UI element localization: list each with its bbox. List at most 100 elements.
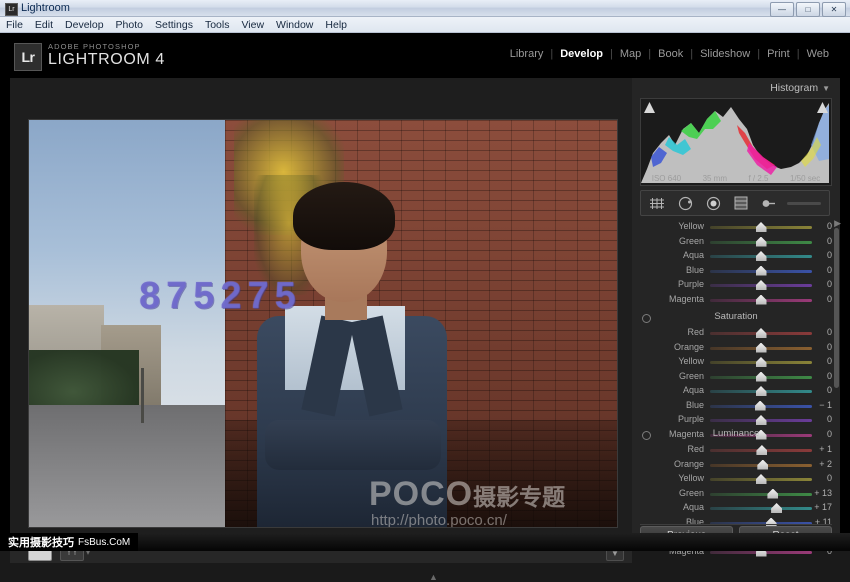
metadata-aperture: f / 2.5 xyxy=(748,174,768,183)
maximize-button[interactable]: □ xyxy=(796,2,820,17)
module-develop[interactable]: Develop xyxy=(553,48,610,60)
slider-value: 0 xyxy=(806,250,832,260)
photo-preview[interactable]: 875275 POCO摄影专题 http://photo.poco.cn/ xyxy=(28,119,618,528)
slider-handle[interactable] xyxy=(756,328,767,338)
menu-item-view[interactable]: View xyxy=(241,19,264,31)
slider-value: 0 xyxy=(806,385,832,395)
slider-row[interactable]: Red 0 xyxy=(632,326,840,341)
slider-row[interactable]: Yellow0 xyxy=(632,472,840,487)
slider-handle[interactable] xyxy=(756,266,767,276)
menu-item-tools[interactable]: Tools xyxy=(205,19,230,31)
histogram-metadata: ISO 640 35 mm f / 2.5 1/50 sec xyxy=(641,174,831,183)
slider-handle[interactable] xyxy=(756,372,767,382)
module-print[interactable]: Print xyxy=(760,48,797,60)
photo-lamp-post xyxy=(141,368,144,423)
slider-label: Green xyxy=(632,236,704,246)
slider-row[interactable]: Yellow0 xyxy=(632,220,840,235)
slider-label: Magenta xyxy=(632,294,704,304)
module-slideshow[interactable]: Slideshow xyxy=(693,48,757,60)
histogram-collapse-chevron-icon[interactable]: ▼ xyxy=(822,84,830,93)
slider-handle[interactable] xyxy=(767,489,778,499)
adjustment-brush-tool-icon[interactable] xyxy=(759,194,779,212)
close-button[interactable]: ✕ xyxy=(822,2,846,17)
slider-row[interactable]: Aqua0 xyxy=(632,384,840,399)
taskbar-label-en: FsBus.CoM xyxy=(78,537,130,548)
slider-handle[interactable] xyxy=(756,386,767,396)
slider-value: + 2 xyxy=(806,459,832,469)
product-title: LIGHTROOM 4 xyxy=(48,51,165,69)
slider-row[interactable]: Aqua0 xyxy=(632,249,840,264)
slider-value: 0 xyxy=(806,327,832,337)
module-map[interactable]: Map xyxy=(613,48,648,60)
red-eye-tool-icon[interactable] xyxy=(703,194,723,212)
targeted-adjustment-tool-icon[interactable] xyxy=(642,314,651,323)
slider-handle[interactable] xyxy=(755,401,766,411)
bottom-panel-toggle-icon[interactable]: ▲ xyxy=(429,573,438,582)
slider-handle[interactable] xyxy=(771,503,782,513)
slider-row[interactable]: Green+ 13 xyxy=(632,487,840,502)
module-web[interactable]: Web xyxy=(800,48,836,60)
slider-handle[interactable] xyxy=(756,343,767,353)
slider-handle[interactable] xyxy=(756,474,767,484)
slider-handle[interactable] xyxy=(756,357,767,367)
slider-label: Green xyxy=(632,371,704,381)
slider-row[interactable]: Blue0 xyxy=(632,264,840,279)
slider-track[interactable] xyxy=(710,507,812,510)
slider-row[interactable]: Aqua+ 17 xyxy=(632,501,840,516)
graduated-filter-tool-icon[interactable] xyxy=(731,194,751,212)
image-stage: 875275 POCO摄影专题 http://photo.poco.cn/ xyxy=(10,78,632,540)
slider-row[interactable]: Blue− 1 xyxy=(632,399,840,414)
slider-row[interactable]: Orange0 xyxy=(632,341,840,356)
left-panel-collapsed[interactable] xyxy=(0,78,10,551)
slider-label: Red xyxy=(632,327,704,337)
histogram-svg xyxy=(641,99,829,183)
menu-item-window[interactable]: Window xyxy=(276,19,313,31)
targeted-adjustment-tool-icon[interactable] xyxy=(642,431,651,440)
module-book[interactable]: Book xyxy=(651,48,690,60)
metadata-shutter-speed: 1/50 sec xyxy=(790,174,820,183)
menu-item-photo[interactable]: Photo xyxy=(116,19,143,31)
lightroom-window: Lr Lightroom — □ ✕ File Edit Develop Pho… xyxy=(0,0,850,551)
menu-item-settings[interactable]: Settings xyxy=(155,19,193,31)
slider-value: − 1 xyxy=(806,400,832,410)
histogram-header[interactable]: Histogram ▼ xyxy=(770,82,830,94)
lightroom-app: Lr ADOBE PHOTOSHOP LIGHTROOM 4 Library |… xyxy=(0,33,850,551)
menu-item-develop[interactable]: Develop xyxy=(65,19,104,31)
histogram-graph[interactable]: ISO 640 35 mm f / 2.5 1/50 sec xyxy=(640,98,832,186)
taskbar-item[interactable]: 实用摄影技巧 FsBus.CoM xyxy=(0,533,138,551)
slider-label: Orange xyxy=(632,342,704,352)
slider-row[interactable]: Magenta0 xyxy=(632,293,840,308)
slider-row[interactable]: Green0 xyxy=(632,370,840,385)
spot-removal-tool-icon[interactable] xyxy=(675,194,695,212)
menu-item-file[interactable]: File xyxy=(6,19,23,31)
hsl-saturation-section: SaturationRed0Orange0Yellow0Green0Aqua0B… xyxy=(632,311,840,442)
slider-handle[interactable] xyxy=(756,251,767,261)
slider-handle[interactable] xyxy=(756,415,767,425)
slider-label: Orange xyxy=(632,459,704,469)
minimize-button[interactable]: — xyxy=(770,2,794,17)
watermark-number: 875275 xyxy=(139,275,302,318)
slider-row[interactable]: Green 0 xyxy=(632,235,840,250)
slider-handle[interactable] xyxy=(756,237,767,247)
slider-row[interactable]: Red+ 1 xyxy=(632,443,840,458)
slider-handle[interactable] xyxy=(756,222,767,232)
menu-item-help[interactable]: Help xyxy=(325,19,347,31)
crop-overlay-tool-icon[interactable] xyxy=(647,194,667,212)
slider-row[interactable]: Yellow0 xyxy=(632,355,840,370)
module-library[interactable]: Library xyxy=(503,48,551,60)
slider-row[interactable]: Purple0 xyxy=(632,278,840,293)
slider-handle[interactable] xyxy=(756,445,767,455)
brush-size-slider[interactable] xyxy=(787,202,821,205)
section-title-saturation: Saturation xyxy=(632,311,840,326)
slider-row[interactable]: Orange + 2 xyxy=(632,458,840,473)
histogram-title: Histogram xyxy=(770,82,818,94)
slider-handle[interactable] xyxy=(757,460,768,470)
slider-handle[interactable] xyxy=(756,280,767,290)
slider-handle[interactable] xyxy=(756,295,767,305)
slider-track[interactable] xyxy=(710,493,812,496)
photo-subject-arms xyxy=(265,420,441,470)
menu-item-edit[interactable]: Edit xyxy=(35,19,53,31)
slider-row[interactable]: Purple0 xyxy=(632,413,840,428)
photo-street-region xyxy=(29,405,234,528)
slider-value: 0 xyxy=(806,236,832,246)
